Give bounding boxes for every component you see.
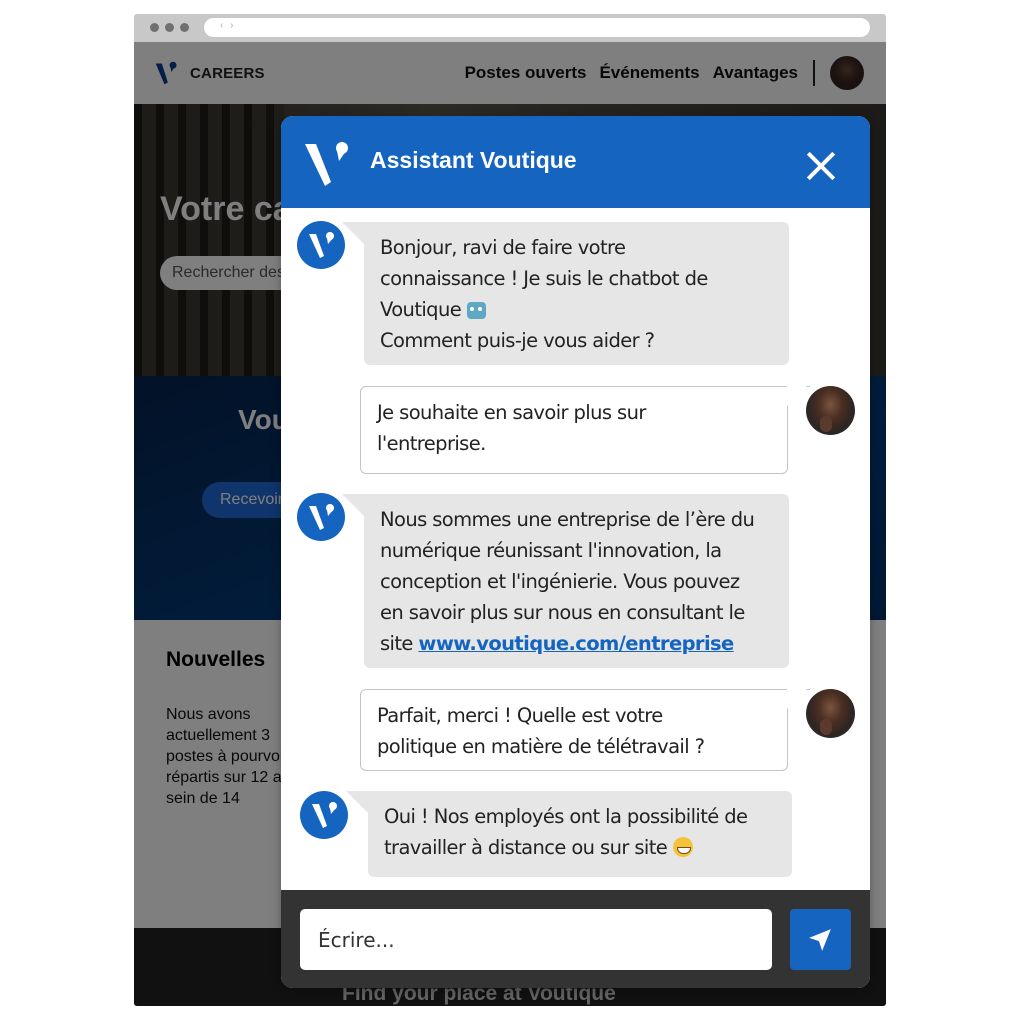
chat-message-bot: Nous sommes une entreprise de l’ère du n… — [342, 494, 789, 668]
user-avatar — [806, 386, 855, 435]
user-avatar — [806, 689, 855, 738]
chat-composer — [281, 890, 870, 988]
chat-message-user: Je souhaite en savoir plus sur l'entrepr… — [360, 385, 810, 474]
voutique-logo-icon — [305, 142, 348, 186]
message-input[interactable] — [300, 909, 772, 970]
chat-message-bot: Oui ! Nos employés ont la possibilité de… — [346, 791, 792, 877]
message-text: Je souhaite en savoir plus sur l'entrepr… — [377, 401, 646, 455]
robot-emoji-icon — [466, 302, 486, 319]
bot-avatar — [297, 493, 345, 541]
window-dot-icon[interactable] — [180, 23, 189, 32]
window-dot-icon[interactable] — [150, 23, 159, 32]
voutique-logo-icon — [309, 504, 334, 530]
chat-message-bot: Bonjour, ravi de faire votre connaissanc… — [342, 222, 789, 365]
chat-widget: Assistant Voutique Bonjour, ravi de fair… — [281, 116, 870, 988]
window-controls — [150, 23, 189, 32]
bot-avatar — [297, 221, 345, 269]
window-dot-icon[interactable] — [165, 23, 174, 32]
bot-avatar — [300, 791, 348, 839]
voutique-logo-icon — [312, 802, 337, 828]
code-brackets-icon: ‹ › — [220, 20, 236, 31]
message-text: Comment puis-je vous aider ? — [380, 329, 655, 352]
close-icon[interactable] — [803, 148, 839, 184]
message-text: Parfait, merci ! Quelle est votre politi… — [377, 704, 705, 758]
chat-title: Assistant Voutique — [370, 147, 577, 173]
chat-messages: Bonjour, ravi de faire votre connaissanc… — [281, 208, 870, 890]
chat-header: Assistant Voutique — [281, 116, 870, 208]
browser-toolbar: ‹ › — [134, 14, 886, 42]
message-text: Bonjour, ravi de faire votre connaissanc… — [380, 236, 708, 321]
message-text: Oui ! Nos employés ont la possibilité de… — [384, 805, 748, 859]
voutique-logo-icon — [309, 232, 334, 258]
chat-message-user: Parfait, merci ! Quelle est votre politi… — [360, 688, 810, 771]
send-button[interactable] — [790, 909, 851, 970]
grinning-emoji-icon — [672, 837, 693, 857]
company-link[interactable]: www.voutique.com/entreprise — [418, 632, 734, 655]
send-icon — [809, 929, 831, 951]
address-bar[interactable]: ‹ › — [204, 18, 870, 37]
